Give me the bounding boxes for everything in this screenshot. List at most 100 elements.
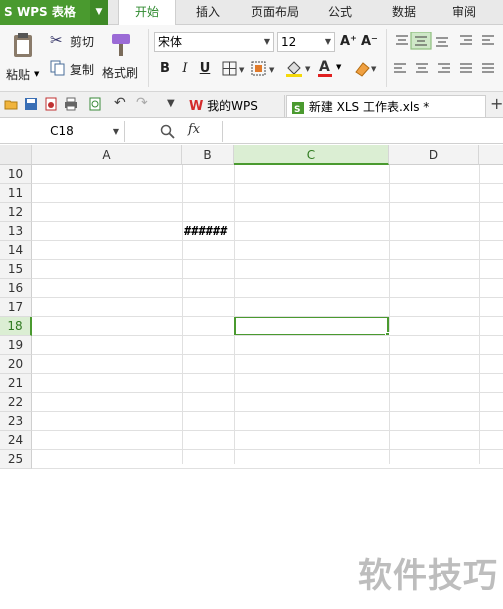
doc-tab-my-wps[interactable]: W 我的WPS bbox=[185, 95, 285, 117]
new-tab-plus-icon[interactable]: + bbox=[490, 94, 503, 113]
tab-review[interactable]: 审阅 bbox=[442, 0, 486, 25]
row-header-24[interactable]: 24 bbox=[0, 431, 32, 450]
zoom-search-icon[interactable] bbox=[160, 124, 176, 140]
row-gridline bbox=[32, 202, 503, 203]
cell-b13[interactable]: ###### bbox=[182, 222, 235, 240]
redo-icon[interactable]: ↷ bbox=[136, 95, 148, 111]
ribbon: 粘贴 ▼ ✂ 剪切 复制 格式刷 宋体 ▼ 12 ▼ A⁺ A⁻ B I U ▼ ▼… bbox=[0, 25, 503, 92]
row-header-10[interactable]: 10 bbox=[0, 165, 32, 184]
open-folder-icon[interactable] bbox=[4, 97, 18, 111]
shrink-font-button[interactable]: A⁻ bbox=[361, 33, 378, 51]
font-name-value: 宋体 bbox=[158, 35, 183, 49]
row-header-17[interactable]: 17 bbox=[0, 298, 32, 317]
align-top-icon bbox=[396, 35, 408, 45]
copy-button[interactable]: 复制 bbox=[50, 59, 98, 79]
row-header-20[interactable]: 20 bbox=[0, 355, 32, 374]
tab-formulas[interactable]: 公式 bbox=[318, 0, 362, 25]
font-name-select[interactable]: 宋体 ▼ bbox=[154, 32, 274, 52]
save-icon[interactable] bbox=[24, 97, 38, 111]
row-header-15[interactable]: 15 bbox=[0, 260, 32, 279]
borders-icon[interactable]: ▼ bbox=[222, 61, 248, 77]
tab-home[interactable]: 开始 bbox=[118, 0, 176, 26]
row-header-16[interactable]: 16 bbox=[0, 279, 32, 298]
insert-function-button[interactable]: fx bbox=[188, 122, 200, 137]
app-menu-chevron-icon[interactable]: ▼ bbox=[90, 0, 108, 25]
underline-button[interactable]: U bbox=[197, 60, 213, 78]
cut-button[interactable]: ✂ 剪切 bbox=[50, 31, 98, 51]
row-header-13[interactable]: 13 bbox=[0, 222, 32, 241]
watermark: 软件技巧 bbox=[350, 530, 503, 609]
row-header-18[interactable]: 18 bbox=[0, 317, 32, 336]
copy-label: 复制 bbox=[70, 63, 95, 77]
column-header-a[interactable]: A bbox=[32, 145, 182, 165]
paste-chevron-icon: ▼ bbox=[34, 70, 40, 78]
row-gridline bbox=[32, 354, 503, 355]
row-header-23[interactable]: 23 bbox=[0, 412, 32, 431]
font-color-letter: A bbox=[319, 59, 330, 75]
row-gridline bbox=[32, 392, 503, 393]
justify-icon bbox=[460, 63, 472, 73]
row-header-11[interactable]: 11 bbox=[0, 184, 32, 203]
fill-color-icon[interactable]: ▼ bbox=[285, 60, 315, 78]
row-header-19[interactable]: 19 bbox=[0, 336, 32, 355]
undo-icon[interactable]: ↶ bbox=[114, 95, 126, 111]
font-color-button[interactable]: A ▼ bbox=[317, 59, 345, 78]
menu-bar: S WPS 表格 ▼ 开始 插入 页面布局 公式 数据 审阅 bbox=[0, 0, 503, 26]
name-box-value: C18 bbox=[50, 124, 74, 138]
spreadsheet-grid: A B C D ###### 软件技巧 10 11 12 13 14 15 16 17 18 19… bbox=[0, 145, 503, 609]
selected-cell-c18[interactable] bbox=[234, 316, 389, 336]
font-size-value: 12 bbox=[281, 35, 297, 49]
name-box[interactable]: C18 ▼ bbox=[0, 121, 125, 142]
doc-tab-label: 新建 XLS 工作表.xls * bbox=[308, 100, 430, 114]
column-header-d[interactable]: D bbox=[389, 145, 479, 165]
format-painter-label: 格式刷 bbox=[102, 66, 139, 80]
cut-label: 剪切 bbox=[70, 35, 95, 49]
italic-button[interactable]: I bbox=[177, 60, 193, 78]
clear-format-icon[interactable]: ▼ bbox=[354, 60, 380, 78]
row-gridline bbox=[32, 335, 503, 336]
ribbon-separator bbox=[148, 29, 149, 87]
row-gridline bbox=[32, 411, 503, 412]
row-header-25[interactable]: 25 bbox=[0, 450, 32, 469]
align-left-icon bbox=[394, 63, 406, 73]
column-gridline bbox=[389, 165, 390, 464]
row-gridline bbox=[32, 297, 503, 298]
row-gridline bbox=[32, 221, 503, 222]
chevron-down-icon: ▼ bbox=[336, 63, 342, 71]
formula-input[interactable] bbox=[222, 121, 503, 142]
spreadsheet-file-icon: S bbox=[292, 101, 304, 115]
select-all-corner[interactable] bbox=[0, 145, 32, 165]
row-header-12[interactable]: 12 bbox=[0, 203, 32, 222]
app-menu-button[interactable]: S WPS 表格 bbox=[0, 0, 90, 25]
font-size-select[interactable]: 12 ▼ bbox=[277, 32, 335, 52]
column-header-b[interactable]: B bbox=[182, 145, 234, 165]
quick-access-bar: ↶ ↷ ▼ W 我的WPS S 新建 XLS 工作表.xls * + bbox=[0, 92, 503, 118]
print-icon[interactable] bbox=[64, 97, 78, 111]
row-gridline bbox=[32, 316, 503, 317]
tab-page-layout[interactable]: 页面布局 bbox=[244, 0, 306, 25]
alignment-group bbox=[394, 32, 494, 73]
tab-insert[interactable]: 插入 bbox=[186, 0, 230, 25]
indent-increase-icon bbox=[482, 35, 494, 45]
customize-toolbar-chevron-icon[interactable]: ▼ bbox=[167, 98, 175, 109]
doc-tab-workbook[interactable]: S 新建 XLS 工作表.xls * bbox=[286, 95, 486, 117]
column-header-c[interactable]: C bbox=[234, 145, 389, 165]
export-pdf-icon[interactable] bbox=[44, 97, 58, 111]
row-header-14[interactable]: 14 bbox=[0, 241, 32, 260]
svg-text:▼: ▼ bbox=[371, 65, 377, 73]
print-preview-icon[interactable] bbox=[88, 97, 102, 111]
column-gridline bbox=[234, 165, 235, 464]
column-header-e[interactable] bbox=[479, 145, 503, 165]
row-header-21[interactable]: 21 bbox=[0, 374, 32, 393]
row-gridline bbox=[32, 240, 503, 241]
paste-button[interactable]: 粘贴 ▼ bbox=[6, 30, 40, 86]
row-gridline bbox=[32, 373, 503, 374]
format-painter-button[interactable]: 格式刷 bbox=[102, 30, 142, 86]
row-header-22[interactable]: 22 bbox=[0, 393, 32, 412]
tab-data[interactable]: 数据 bbox=[382, 0, 426, 25]
bold-button[interactable]: B bbox=[157, 60, 173, 78]
merge-cells-icon[interactable]: ▼ bbox=[251, 61, 281, 77]
grow-font-button[interactable]: A⁺ bbox=[340, 33, 357, 51]
paste-label: 粘贴 bbox=[6, 68, 31, 82]
scissors-icon: ✂ bbox=[50, 31, 63, 49]
